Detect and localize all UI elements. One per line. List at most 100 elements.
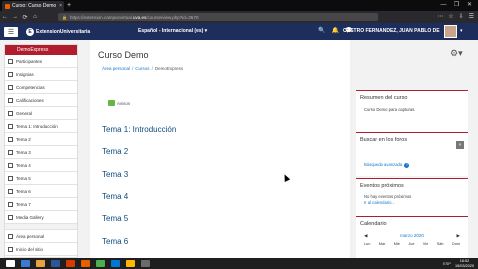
language-menu[interactable]: Español - Internacional (es) ▾ <box>138 28 207 34</box>
favicon-icon <box>5 3 10 9</box>
weekday: Dom <box>451 242 460 246</box>
drawer-item[interactable]: Competencias <box>5 81 77 94</box>
topic-title[interactable]: Tema 2 <box>102 147 128 156</box>
calendar-month[interactable]: marzo 2020 <box>400 233 424 239</box>
drawer-item-label: Tema 7 <box>16 201 31 207</box>
breadcrumb-item[interactable]: Área personal <box>102 66 130 71</box>
block-region: Resumen del curso Curso Demo para captur… <box>356 40 468 258</box>
taskbar-app-icon[interactable] <box>66 260 75 267</box>
taskbar-app-icon[interactable] <box>111 260 120 267</box>
avatar[interactable] <box>444 25 457 38</box>
browser-menu-icon[interactable]: ☰ <box>469 13 474 21</box>
forum-search-block: Buscar en los foros » Búsqueda avanzada … <box>356 132 468 176</box>
drawer-item[interactable]: Tema 4 <box>5 159 77 172</box>
weekday: Vie <box>422 242 429 246</box>
breadcrumb-item[interactable]: DemoExpress <box>155 66 183 71</box>
help-icon[interactable]: ? <box>404 163 410 168</box>
nav-drawer-toggle[interactable]: ☰ <box>4 26 18 37</box>
notifications-icon[interactable]: 🔔 <box>331 27 338 34</box>
events-text: No hay eventos próximos <box>364 194 412 199</box>
drawer-item-label: General <box>16 110 33 116</box>
weekday: Mar <box>378 242 386 246</box>
page-title: Curso Demo <box>98 50 149 60</box>
home-button[interactable]: ⌂ <box>30 14 40 20</box>
back-button[interactable]: ← <box>0 14 10 20</box>
folder-icon <box>8 123 13 129</box>
drawer-item-label: Competencias <box>16 84 45 90</box>
drawer-item-label: Tema 6 <box>16 188 31 194</box>
avisos-label: Avisos <box>117 100 131 106</box>
taskbar-app-icon[interactable] <box>21 260 30 267</box>
user-menu-caret-icon[interactable]: ▾ <box>460 28 463 34</box>
bookmark-star-icon[interactable]: ☆ <box>448 13 453 21</box>
user-name[interactable]: CASTRO FERNANDEZ, JUAN PABLO DE <box>343 28 440 34</box>
block-title: Resumen del curso <box>360 95 408 101</box>
search-icon[interactable]: 🔍 <box>318 27 325 34</box>
drawer-item[interactable]: Media Gallery <box>5 211 77 224</box>
logo-icon: E <box>26 27 34 36</box>
taskbar-app-icon[interactable] <box>126 260 135 267</box>
input-language[interactable]: ESP <box>443 261 451 266</box>
drawer-item[interactable]: Área personal <box>5 230 77 243</box>
tab-close-icon[interactable]: × <box>59 3 62 9</box>
next-month-icon[interactable]: ▶ <box>457 233 460 239</box>
block-title: Calendario <box>360 221 387 227</box>
avisos-forum[interactable]: Avisos <box>108 100 130 106</box>
drawer-item-label: Media Gallery <box>16 214 44 220</box>
breadcrumb-item[interactable]: Cursos <box>135 66 149 71</box>
lock-icon: 🔒 <box>62 14 67 20</box>
maximize-button[interactable]: ❐ <box>450 0 463 10</box>
calendar-link[interactable]: Ir al calendario... <box>364 200 395 205</box>
prev-month-icon[interactable]: ◀ <box>364 233 367 239</box>
taskbar-app-icon[interactable] <box>51 260 60 267</box>
taskbar-app-icon[interactable] <box>81 260 90 267</box>
browser-tab[interactable]: Curso: Curso Demo × <box>2 1 64 11</box>
upcoming-events-block: Eventos próximos No hay eventos próximos… <box>356 178 468 216</box>
taskbar-app-icon[interactable] <box>141 260 150 267</box>
advanced-search-link[interactable]: Búsqueda avanzada <box>364 162 402 167</box>
topic-title[interactable]: Tema 1: Introducción <box>102 125 176 134</box>
taskbar-app-icon[interactable] <box>96 260 105 267</box>
search-go-button[interactable]: » <box>456 141 464 149</box>
browser-tab-bar: Curso: Curso Demo × + — ❐ ✕ <box>0 0 478 11</box>
reload-button[interactable]: ⟳ <box>20 14 30 21</box>
os-taskbar: ESP 16:52 15/03/2020 <box>0 258 478 269</box>
weekday: Lun <box>364 242 371 246</box>
drawer-item[interactable]: Participantes <box>5 55 77 68</box>
drawer-item[interactable]: Insignias <box>5 68 77 81</box>
taskbar-app-icon[interactable] <box>6 260 15 267</box>
drawer-item[interactable]: Tema 5 <box>5 172 77 185</box>
drawer-item[interactable]: Tema 2 <box>5 133 77 146</box>
drawer-item[interactable]: Inicio del sitio <box>5 243 77 256</box>
topic-title[interactable]: Tema 4 <box>102 192 128 201</box>
folder-icon <box>8 162 13 168</box>
drawer-item[interactable]: Calificaciones <box>5 94 77 107</box>
drawer-item[interactable]: Tema 7 <box>5 198 77 211</box>
close-window-button[interactable]: ✕ <box>463 0 476 10</box>
downloads-icon[interactable]: ⇩ <box>459 13 464 21</box>
forward-button[interactable]: → <box>10 14 20 20</box>
browser-nav-bar: ← → ⟳ ⌂ 🔒 https://extension.campusvirtua… <box>0 11 478 23</box>
badge-icon <box>8 71 13 77</box>
drawer-item[interactable]: Tema 6 <box>5 185 77 198</box>
drawer-item[interactable]: Tema 3 <box>5 146 77 159</box>
calendar-block: Calendario ◀ marzo 2020 ▶ Lun Mar Mié Ju… <box>356 216 468 258</box>
drawer-item[interactable]: General <box>5 107 77 120</box>
drawer-item[interactable]: Tema 1: Introducción <box>5 120 77 133</box>
url-bar[interactable]: 🔒 https://extension.campusvirtual.uva.es… <box>58 13 378 21</box>
new-tab-button[interactable]: + <box>67 1 71 10</box>
minimize-button[interactable]: — <box>437 0 450 10</box>
taskbar-app-icon[interactable] <box>36 260 45 267</box>
site-logo[interactable]: E ExtensionUniversitaria <box>26 27 90 36</box>
topic-title[interactable]: Tema 3 <box>102 170 128 179</box>
topic-title[interactable]: Tema 6 <box>102 237 128 246</box>
page-actions-icon[interactable]: ⋯ <box>437 13 443 21</box>
drawer-course-item[interactable]: DemoExpress <box>5 45 77 55</box>
drawer-item-label: Participantes <box>16 58 43 64</box>
course-summary-block: Resumen del curso Curso Demo para captur… <box>356 90 468 132</box>
system-clock[interactable]: 16:52 15/03/2020 <box>455 259 474 268</box>
topic-title[interactable]: Tema 5 <box>102 214 128 223</box>
drawer-item-label: Tema 2 <box>16 136 31 142</box>
folder-icon <box>8 136 13 142</box>
folder-icon <box>8 110 13 116</box>
